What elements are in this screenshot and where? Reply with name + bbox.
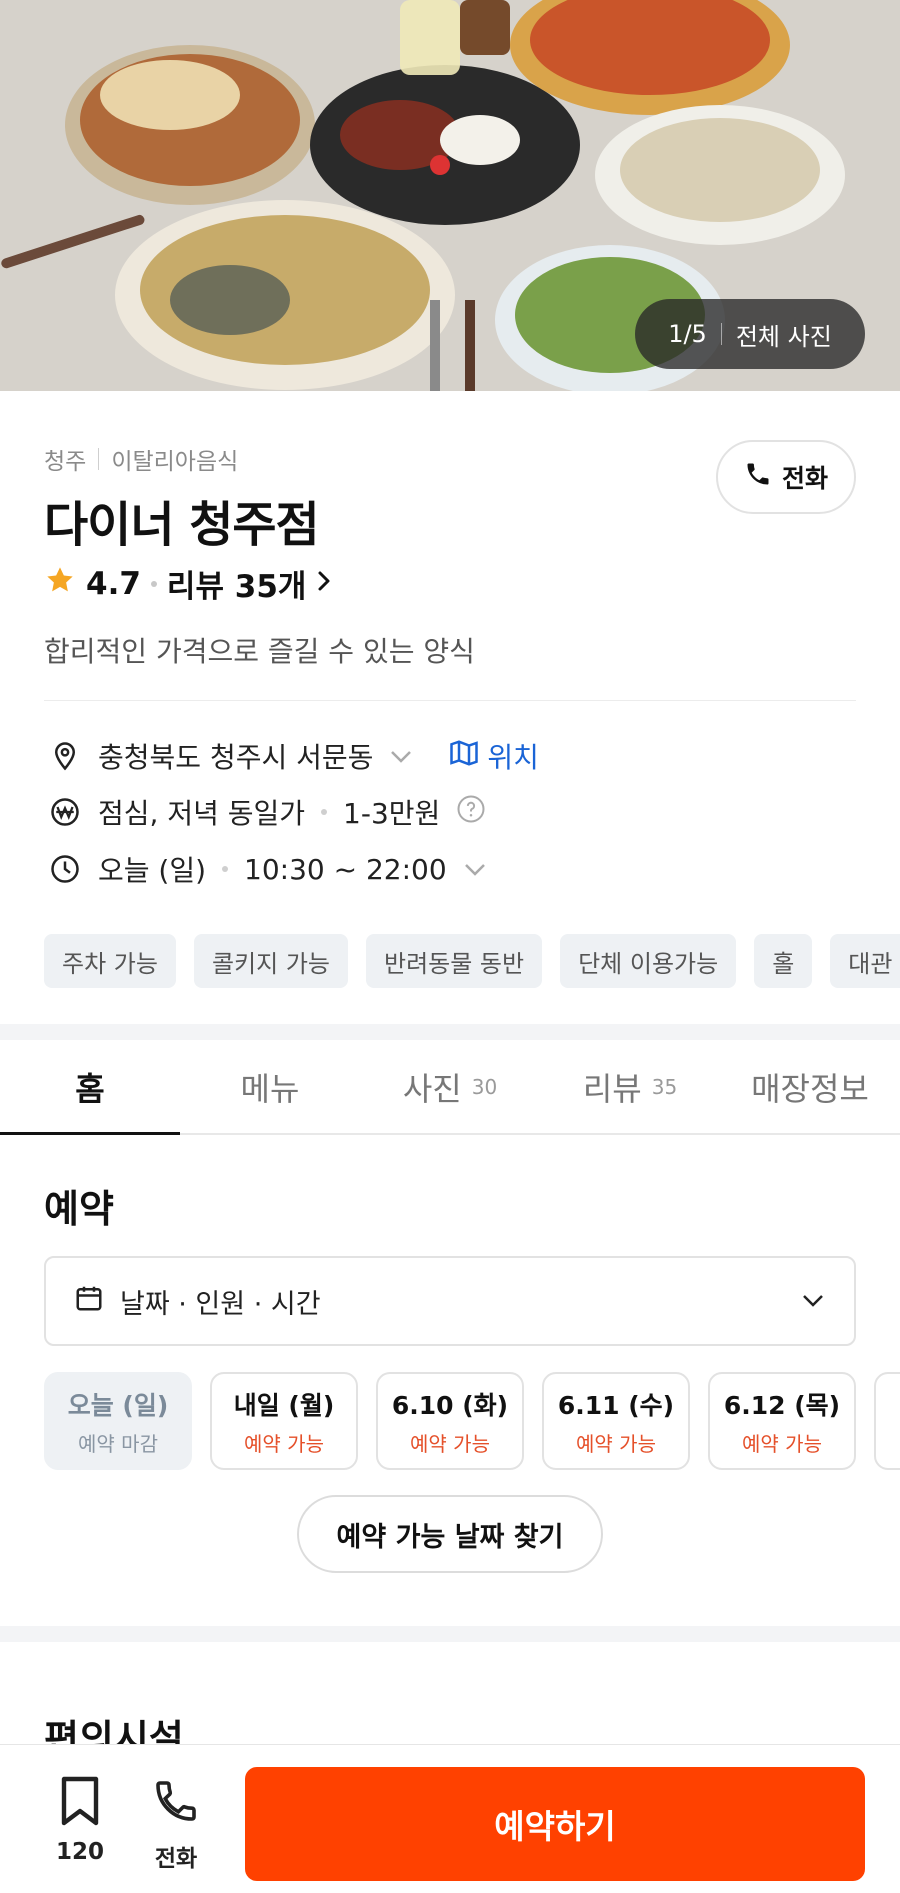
breadcrumb: 청주 이탈리아음식 xyxy=(44,442,238,476)
date-label: 6.10 (화) xyxy=(391,1390,509,1420)
separator-dot xyxy=(150,580,157,587)
tag-chip[interactable]: 주차 가능 xyxy=(44,934,176,988)
bookmark-icon xyxy=(58,1775,102,1833)
date-chip[interactable]: 오늘 (일) 예약 마감 xyxy=(44,1372,192,1470)
rating-value: 4.7 xyxy=(86,565,141,602)
divider xyxy=(98,448,100,470)
tab-photos[interactable]: 사진 30 xyxy=(360,1040,540,1133)
separator-dot xyxy=(321,809,328,815)
category-label: 이탈리아음식 xyxy=(111,449,239,475)
tag-chip[interactable]: 반려동물 동반 xyxy=(365,934,543,988)
all-photos-label: 전체 사진 xyxy=(735,322,832,351)
tag-chip[interactable]: 홀 xyxy=(754,934,813,988)
tab-count: 35 xyxy=(651,1074,678,1099)
location-pin-icon xyxy=(48,739,82,773)
call-label: 전화 xyxy=(154,1846,198,1872)
date-chip[interactable]: 6.12 (목) 예약 가능 xyxy=(708,1372,856,1470)
photo-index: 1/5 xyxy=(668,320,707,348)
hours-expand-chevron-icon[interactable] xyxy=(463,853,487,886)
reserve-button[interactable]: 예약하기 xyxy=(245,1767,865,1881)
separator-dot xyxy=(222,866,229,872)
price-row: 점심, 저녁 동일가 1-3만원 xyxy=(48,792,486,832)
address-expand-chevron-icon[interactable] xyxy=(389,740,413,773)
hours-time: 10:30 ~ 22:00 xyxy=(244,852,447,886)
price-type: 점심, 저녁 동일가 xyxy=(98,797,306,830)
selector-label: 날짜 · 인원 · 시간 xyxy=(120,1288,321,1320)
tab-label: 사진 xyxy=(402,1069,462,1108)
date-chip[interactable]: 6.10 (화) 예약 가능 xyxy=(376,1372,524,1470)
address-row: 충청북도 청주시 서문동 위치 xyxy=(48,736,539,776)
hours-day: 오늘 (일) xyxy=(98,854,207,887)
help-icon[interactable] xyxy=(456,794,486,831)
phone-icon xyxy=(152,1775,200,1833)
phone-icon xyxy=(744,460,772,494)
date-chip-partial[interactable] xyxy=(874,1372,900,1470)
date-people-time-selector[interactable]: 날짜 · 인원 · 시간 xyxy=(44,1256,856,1346)
date-label: 6.11 (수) xyxy=(557,1390,675,1420)
find-available-date-button[interactable]: 예약 가능 날짜 찾기 xyxy=(297,1495,603,1573)
date-label: 6.12 (목) xyxy=(723,1390,841,1420)
calendar-icon xyxy=(74,1283,104,1320)
page-title: 다이너 청주점 xyxy=(44,497,320,553)
date-label: 내일 (월) xyxy=(233,1390,335,1420)
tab-store-info[interactable]: 매장정보 xyxy=(720,1040,900,1133)
date-chip[interactable]: 내일 (월) 예약 가능 xyxy=(210,1372,358,1470)
map-icon xyxy=(449,739,479,774)
date-status: 예약 가능 xyxy=(742,1431,822,1456)
location-map-link[interactable]: 위치 xyxy=(449,736,539,776)
date-chip-list: 오늘 (일) 예약 마감 내일 (월) 예약 가능 6.10 (화) 예약 가능… xyxy=(44,1372,900,1470)
review-link-label: 리뷰 35개 xyxy=(166,569,307,605)
hero-photo[interactable]: 1/5 전체 사진 xyxy=(0,0,900,391)
tab-menu[interactable]: 메뉴 xyxy=(180,1040,360,1133)
star-icon xyxy=(44,564,76,604)
tab-label: 매장정보 xyxy=(751,1069,869,1108)
bookmark-button[interactable]: 120 xyxy=(56,1775,104,1865)
price-range: 1-3만원 xyxy=(343,797,441,830)
hours-row: 오늘 (일) 10:30 ~ 22:00 xyxy=(48,849,487,889)
tab-label: 홈 xyxy=(75,1069,105,1108)
tab-count: 30 xyxy=(471,1074,498,1099)
store-tagline: 합리적인 가격으로 즐길 수 있는 양식 xyxy=(44,635,475,668)
date-status: 예약 가능 xyxy=(410,1431,490,1456)
region-label: 청주 xyxy=(44,449,87,475)
call-label: 전화 xyxy=(781,464,828,493)
tab-home[interactable]: 홈 xyxy=(0,1040,180,1135)
section-divider xyxy=(0,1626,900,1642)
date-label: 오늘 (일) xyxy=(67,1390,169,1420)
won-icon xyxy=(48,795,82,829)
tag-chip[interactable]: 대관 xyxy=(830,934,900,988)
bookmark-count: 120 xyxy=(56,1839,105,1865)
clock-icon xyxy=(48,852,82,886)
bottom-action-bar: 120 전화 예약하기 xyxy=(0,1744,900,1893)
chevron-right-icon xyxy=(314,566,334,602)
tab-label: 리뷰 xyxy=(582,1069,642,1108)
address-text: 충청북도 청주시 서문동 xyxy=(98,741,374,774)
date-status: 예약 가능 xyxy=(576,1431,656,1456)
call-button[interactable]: 전화 xyxy=(716,440,856,514)
photo-counter-button[interactable]: 1/5 전체 사진 xyxy=(635,299,865,369)
reservation-title: 예약 xyxy=(44,1187,114,1231)
tab-label: 메뉴 xyxy=(240,1069,300,1108)
divider xyxy=(720,323,722,345)
date-status: 예약 마감 xyxy=(78,1431,158,1456)
date-status: 예약 가능 xyxy=(244,1431,324,1456)
review-link[interactable]: 리뷰 35개 xyxy=(167,561,335,606)
tab-reviews[interactable]: 리뷰 35 xyxy=(540,1040,720,1133)
tag-chip[interactable]: 콜키지 가능 xyxy=(193,934,348,988)
section-divider xyxy=(0,1024,900,1040)
bottom-call-button[interactable]: 전화 xyxy=(152,1775,200,1873)
restaurant-page: 1/5 전체 사진 청주 이탈리아음식 전화 다이너 청주점 4.7 리뷰 35… xyxy=(0,0,900,1893)
chevron-down-icon xyxy=(800,1286,826,1317)
location-label: 위치 xyxy=(487,741,539,774)
facility-tags: 주차 가능 콜키지 가능 반려동물 동반 단체 이용가능 홀 대관 xyxy=(44,934,900,988)
tag-chip[interactable]: 단체 이용가능 xyxy=(560,934,737,988)
date-chip[interactable]: 6.11 (수) 예약 가능 xyxy=(542,1372,690,1470)
divider xyxy=(44,700,856,701)
tab-bar: 홈 메뉴 사진 30 리뷰 35 매장정보 xyxy=(0,1040,900,1135)
rating-row: 4.7 리뷰 35개 xyxy=(44,561,334,606)
